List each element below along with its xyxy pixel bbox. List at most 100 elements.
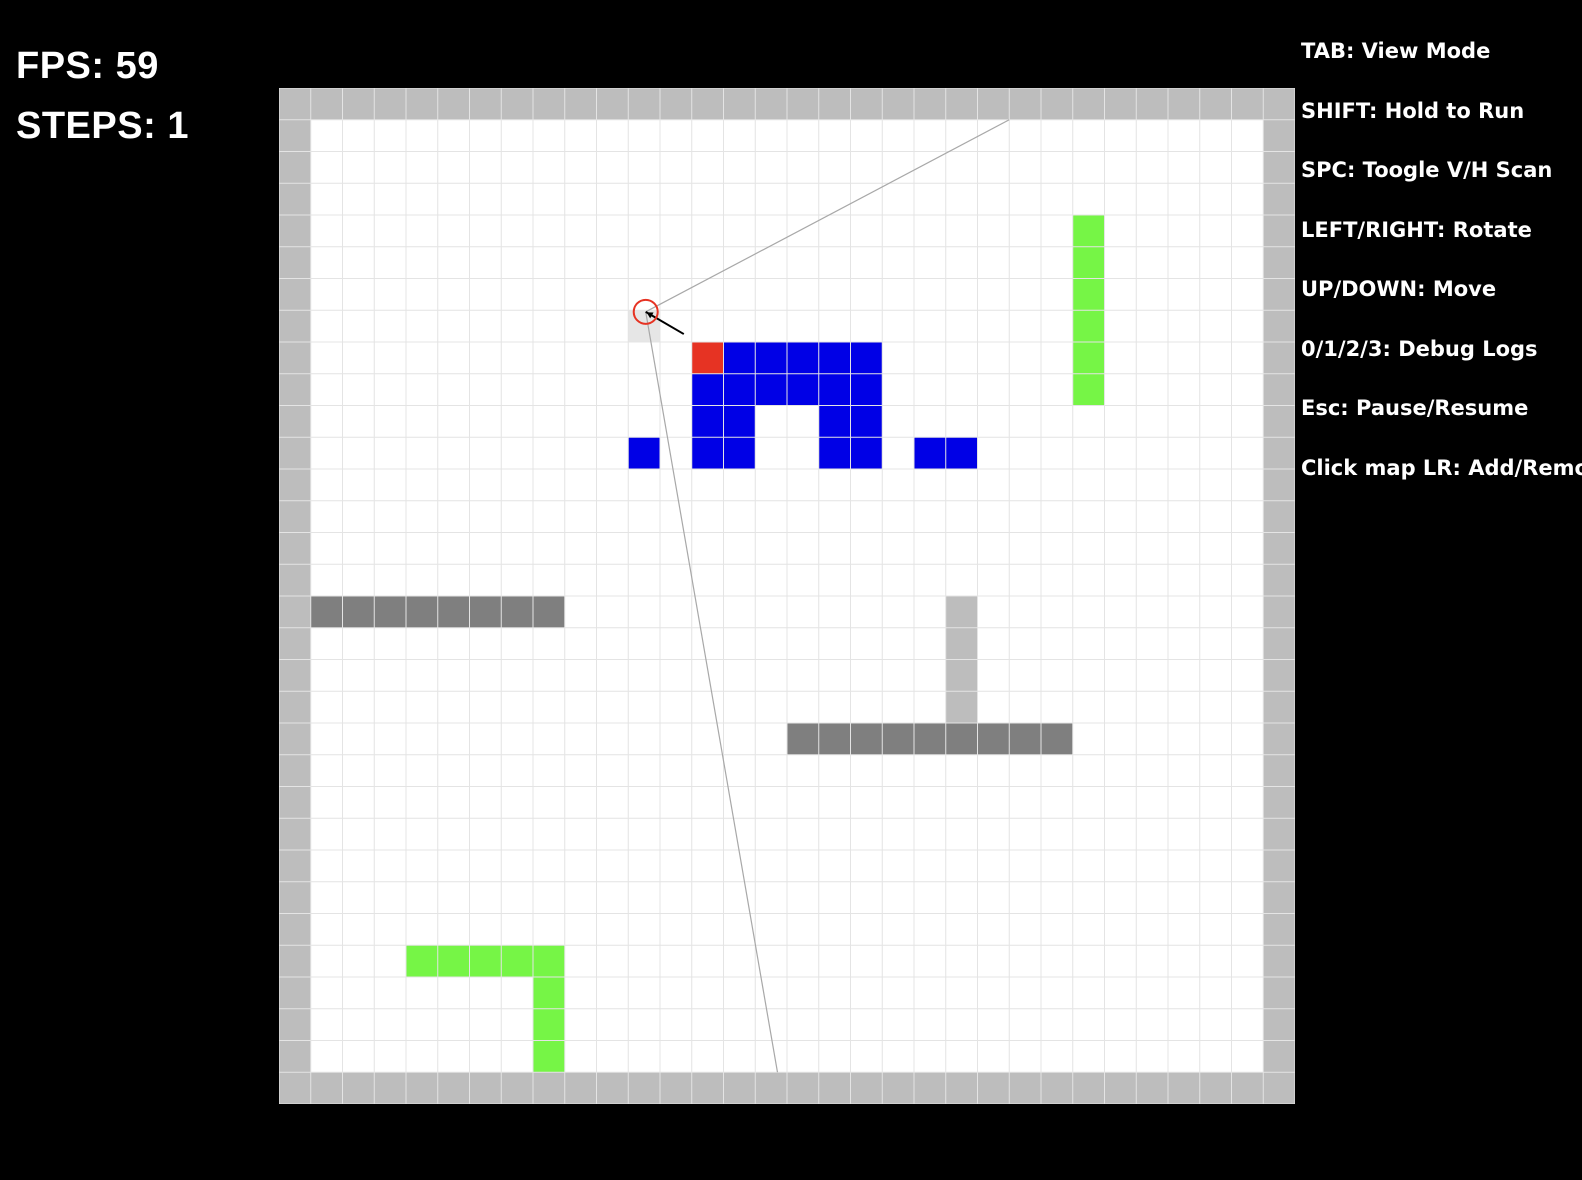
blue-wall-cell[interactable] (755, 342, 787, 374)
border-wall-cell[interactable] (596, 88, 629, 120)
light-wall-cell[interactable] (945, 691, 978, 723)
blue-wall-cell[interactable] (818, 342, 851, 374)
green-wall-cell[interactable] (1072, 246, 1105, 279)
border-wall-cell[interactable] (279, 405, 311, 438)
border-wall-cell[interactable] (279, 532, 311, 565)
blue-wall-cell[interactable] (723, 342, 756, 374)
border-wall-cell[interactable] (1263, 977, 1295, 1009)
grid-map[interactable] (279, 88, 1295, 1104)
blue-wall-cell[interactable] (850, 405, 883, 438)
border-wall-cell[interactable] (279, 183, 311, 215)
border-wall-cell[interactable] (1231, 1072, 1264, 1104)
border-wall-cell[interactable] (660, 1072, 692, 1104)
blue-wall-cell[interactable] (850, 373, 883, 406)
border-wall-cell[interactable] (279, 977, 311, 1009)
border-wall-cell[interactable] (1263, 532, 1295, 565)
border-wall-cell[interactable] (310, 1072, 343, 1104)
blue-wall-cell[interactable] (945, 437, 978, 469)
blue-wall-cell[interactable] (914, 437, 946, 469)
dark-wall-cell[interactable] (469, 596, 502, 628)
green-wall-cell[interactable] (533, 945, 565, 977)
border-wall-cell[interactable] (914, 1072, 946, 1104)
border-wall-cell[interactable] (1168, 88, 1200, 120)
border-wall-cell[interactable] (1263, 850, 1295, 882)
border-wall-cell[interactable] (818, 1072, 851, 1104)
border-wall-cell[interactable] (1199, 1072, 1232, 1104)
border-wall-cell[interactable] (279, 342, 311, 374)
border-wall-cell[interactable] (882, 88, 914, 120)
border-wall-cell[interactable] (342, 88, 375, 120)
border-wall-cell[interactable] (1072, 88, 1105, 120)
green-wall-cell[interactable] (1072, 278, 1105, 311)
border-wall-cell[interactable] (279, 469, 311, 501)
green-wall-cell[interactable] (469, 945, 502, 977)
light-wall-cell[interactable] (945, 659, 978, 692)
border-wall-cell[interactable] (279, 564, 311, 596)
border-wall-cell[interactable] (374, 88, 406, 120)
dark-wall-cell[interactable] (882, 723, 914, 755)
border-wall-cell[interactable] (279, 1040, 311, 1073)
border-wall-cell[interactable] (533, 88, 565, 120)
border-wall-cell[interactable] (1263, 373, 1295, 406)
border-wall-cell[interactable] (279, 850, 311, 882)
blue-wall-cell[interactable] (691, 373, 724, 406)
border-wall-cell[interactable] (374, 1072, 406, 1104)
light-wall-cell[interactable] (945, 596, 978, 628)
border-wall-cell[interactable] (1263, 945, 1295, 977)
border-wall-cell[interactable] (1263, 469, 1295, 501)
dark-wall-cell[interactable] (945, 723, 978, 755)
border-wall-cell[interactable] (279, 119, 311, 152)
blue-wall-cell[interactable] (723, 373, 756, 406)
border-wall-cell[interactable] (1263, 278, 1295, 311)
border-wall-cell[interactable] (1263, 818, 1295, 850)
blue-wall-cell[interactable] (787, 342, 819, 374)
dark-wall-cell[interactable] (850, 723, 883, 755)
blue-wall-cell[interactable] (818, 373, 851, 406)
border-wall-cell[interactable] (914, 88, 946, 120)
border-wall-cell[interactable] (501, 1072, 533, 1104)
border-wall-cell[interactable] (1263, 88, 1295, 120)
border-wall-cell[interactable] (1136, 1072, 1168, 1104)
border-wall-cell[interactable] (279, 881, 311, 914)
border-wall-cell[interactable] (279, 215, 311, 247)
green-wall-cell[interactable] (533, 977, 565, 1009)
dark-wall-cell[interactable] (977, 723, 1010, 755)
border-wall-cell[interactable] (310, 88, 343, 120)
border-wall-cell[interactable] (628, 1072, 660, 1104)
light-wall-cell[interactable] (945, 627, 978, 660)
border-wall-cell[interactable] (1104, 1072, 1137, 1104)
border-wall-cell[interactable] (1199, 88, 1232, 120)
border-wall-cell[interactable] (1136, 88, 1168, 120)
border-wall-cell[interactable] (850, 88, 883, 120)
dark-wall-cell[interactable] (533, 596, 565, 628)
border-wall-cell[interactable] (279, 913, 311, 946)
border-wall-cell[interactable] (1263, 215, 1295, 247)
border-wall-cell[interactable] (977, 1072, 1010, 1104)
ray-hit-cell[interactable] (691, 342, 724, 374)
green-wall-cell[interactable] (1072, 215, 1105, 247)
border-wall-cell[interactable] (279, 818, 311, 850)
border-wall-cell[interactable] (279, 278, 311, 311)
border-wall-cell[interactable] (1263, 183, 1295, 215)
border-wall-cell[interactable] (1263, 151, 1295, 184)
dark-wall-cell[interactable] (437, 596, 470, 628)
border-wall-cell[interactable] (279, 310, 311, 342)
border-wall-cell[interactable] (596, 1072, 629, 1104)
border-wall-cell[interactable] (1263, 786, 1295, 819)
dark-wall-cell[interactable] (818, 723, 851, 755)
border-wall-cell[interactable] (279, 627, 311, 660)
border-wall-cell[interactable] (1263, 627, 1295, 660)
dark-wall-cell[interactable] (342, 596, 375, 628)
border-wall-cell[interactable] (279, 1072, 311, 1104)
green-wall-cell[interactable] (437, 945, 470, 977)
border-wall-cell[interactable] (945, 88, 978, 120)
green-wall-cell[interactable] (501, 945, 533, 977)
border-wall-cell[interactable] (850, 1072, 883, 1104)
border-wall-cell[interactable] (279, 151, 311, 184)
blue-wall-cell[interactable] (723, 437, 756, 469)
border-wall-cell[interactable] (1072, 1072, 1105, 1104)
blue-wall-cell[interactable] (850, 437, 883, 469)
border-wall-cell[interactable] (755, 88, 787, 120)
border-wall-cell[interactable] (1263, 1008, 1295, 1041)
border-wall-cell[interactable] (279, 1008, 311, 1041)
